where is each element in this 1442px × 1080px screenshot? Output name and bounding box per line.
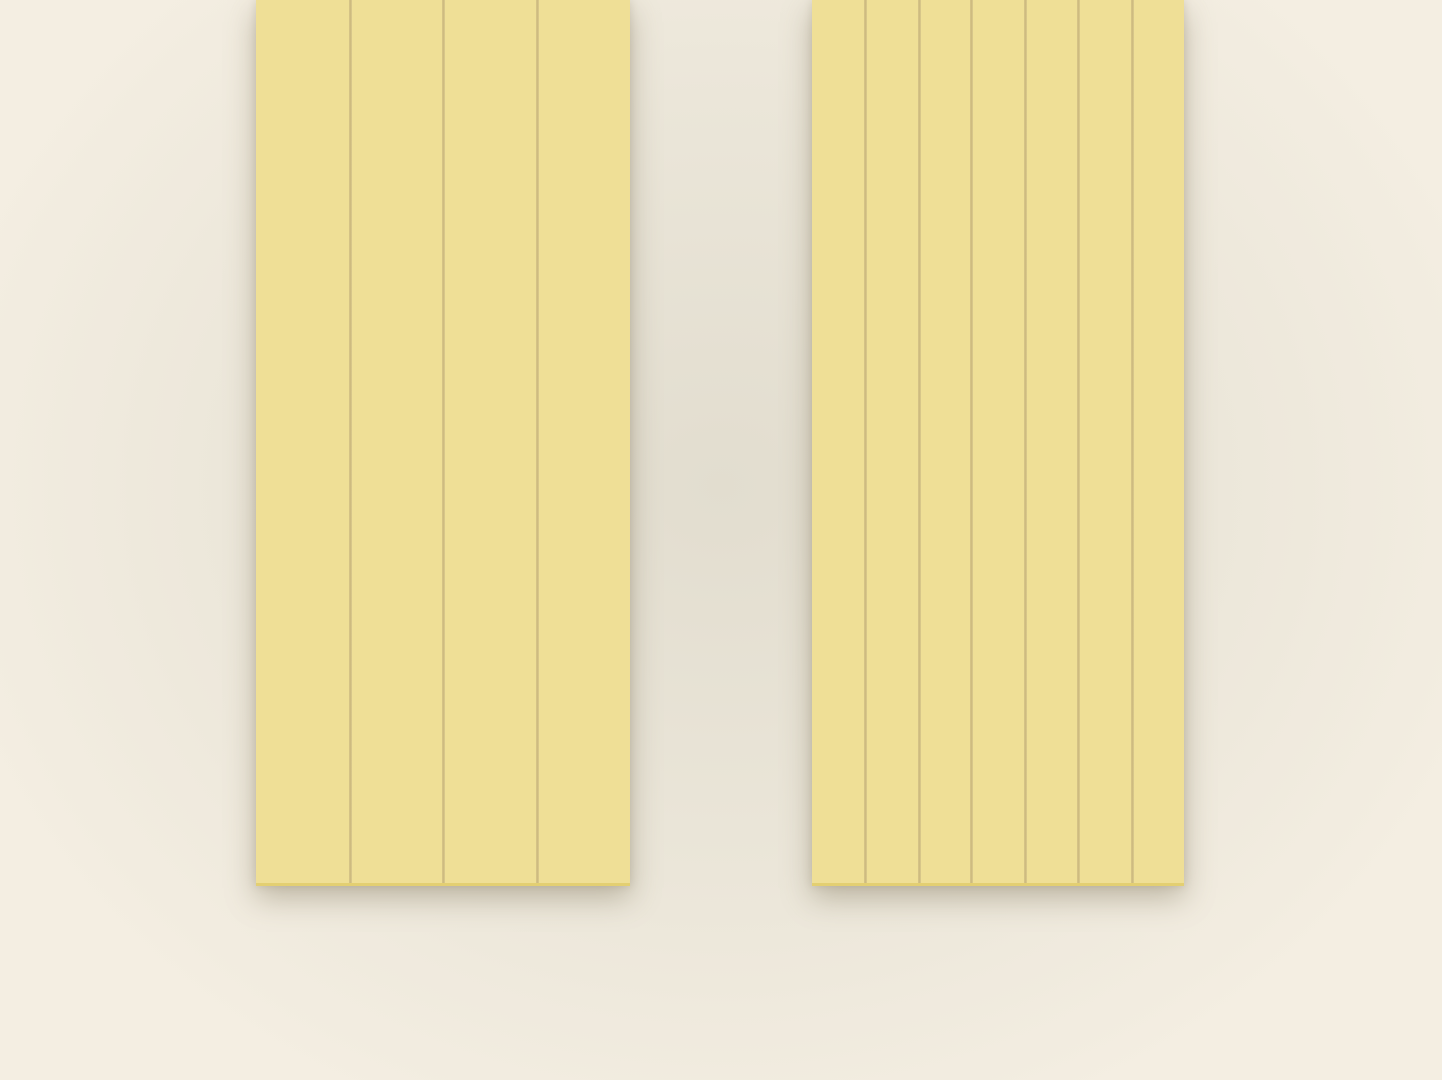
right-panel [812, 0, 1184, 886]
left-panel-divider-3 [536, 0, 539, 886]
right-panel-divider-5 [1077, 0, 1080, 886]
right-panel-divider-6 [1131, 0, 1134, 886]
right-panel-divider-1 [864, 0, 867, 886]
right-panel-divider-2 [918, 0, 921, 886]
left-panel-divider-1 [349, 0, 352, 886]
right-panel-divider-3 [970, 0, 973, 886]
left-panel-divider-2 [442, 0, 445, 886]
right-panel-divider-4 [1024, 0, 1027, 886]
left-panel [256, 0, 630, 886]
